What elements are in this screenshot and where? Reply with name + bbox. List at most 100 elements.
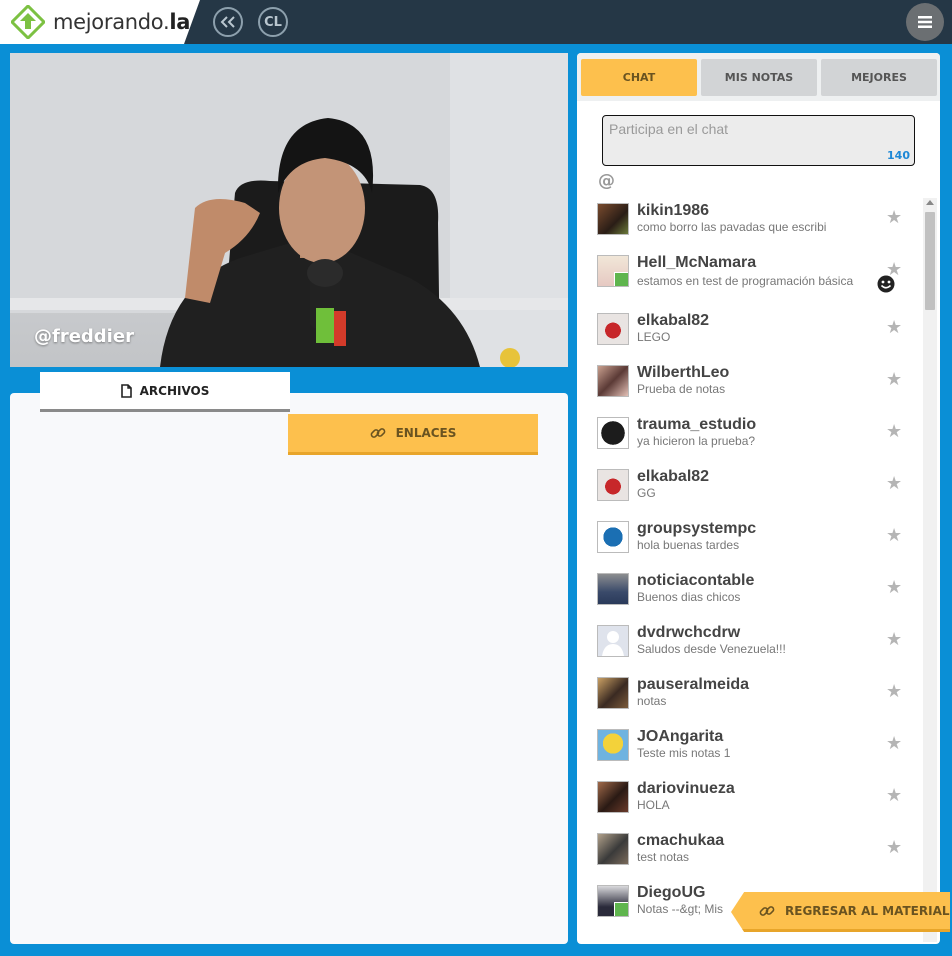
avatar[interactable]: [597, 729, 629, 761]
chat-input[interactable]: [607, 118, 901, 140]
message-list: kikin1986 como borro las pavadas que esc…: [577, 195, 923, 944]
avatar[interactable]: [597, 313, 629, 345]
avatar[interactable]: [597, 521, 629, 553]
message-text: notas: [637, 694, 667, 708]
avatar[interactable]: [597, 417, 629, 449]
message-username[interactable]: DiegoUG: [637, 884, 705, 902]
message-text: Saludos desde Venezuela!!!: [637, 642, 786, 656]
video-frame-image: [10, 53, 568, 367]
link-icon: [370, 428, 385, 438]
chat-tabs: CHAT MIS NOTAS MEJORES: [577, 53, 940, 101]
message-text: LEGO: [637, 330, 671, 344]
star-icon[interactable]: ★: [886, 733, 902, 754]
star-icon[interactable]: ★: [886, 837, 902, 858]
message-username[interactable]: WilberthLeo: [637, 364, 729, 382]
avatar[interactable]: [597, 833, 629, 865]
message-username[interactable]: kikin1986: [637, 202, 709, 220]
chat-message: dariovinueza HOLA ★: [577, 773, 923, 825]
message-username[interactable]: elkabal82: [637, 312, 709, 330]
chat-message: cmachukaa test notas ★: [577, 825, 923, 877]
star-icon[interactable]: ★: [886, 681, 902, 702]
menu-button[interactable]: [906, 3, 944, 41]
top-bar: mejorando.la CL: [0, 0, 952, 44]
chat-scrollbar[interactable]: [923, 198, 937, 942]
star-icon[interactable]: ★: [886, 421, 902, 442]
cl-label: CL: [264, 14, 282, 30]
message-username[interactable]: noticiacontable: [637, 572, 754, 590]
message-text: Notas --&gt; Mis: [637, 902, 724, 916]
logo[interactable]: mejorando.la: [0, 0, 200, 44]
message-text: hola buenas tardes: [637, 538, 740, 552]
mention-button[interactable]: @: [598, 171, 615, 191]
avatar[interactable]: [597, 469, 629, 501]
chat-message: elkabal82 GG ★: [577, 461, 923, 513]
message-username[interactable]: elkabal82: [637, 468, 709, 486]
chat-message: pauseralmeida notas ★: [577, 669, 923, 721]
star-icon[interactable]: ★: [886, 629, 902, 650]
materials-panel: [10, 393, 568, 944]
message-text: Prueba de notas: [637, 382, 726, 396]
chat-message: trauma_estudio ya hicieron la prueba? ★: [577, 409, 923, 461]
star-icon[interactable]: ★: [886, 785, 902, 806]
back-nav-button[interactable]: [213, 7, 243, 37]
chat-message: JOAngarita Teste mis notas 1 ★: [577, 721, 923, 773]
message-text: GG: [637, 486, 656, 500]
avatar[interactable]: [597, 625, 629, 657]
logo-text-bold: la: [169, 10, 191, 34]
double-chevron-left-icon: [220, 16, 235, 28]
tab-archivos[interactable]: ARCHIVOS: [40, 372, 290, 412]
star-icon[interactable]: ★: [886, 525, 902, 546]
tab-mis-notas[interactable]: MIS NOTAS: [701, 59, 817, 96]
smiley-icon: [877, 275, 895, 293]
message-username[interactable]: dariovinueza: [637, 780, 735, 798]
chat-message: groupsystempc hola buenas tardes ★: [577, 513, 923, 565]
scroll-thumb[interactable]: [925, 212, 935, 310]
scroll-up-arrow-icon[interactable]: [926, 200, 934, 205]
star-icon[interactable]: ★: [886, 317, 902, 338]
back-to-material-label: REGRESAR AL MATERIAL: [785, 903, 950, 918]
video-player[interactable]: @freddier: [10, 53, 568, 367]
star-icon[interactable]: ★: [886, 207, 902, 228]
chat-message: noticiacontable Buenos dias chicos ★: [577, 565, 923, 617]
chat-input-box: 140: [602, 115, 915, 166]
chat-message: WilberthLeo Prueba de notas ★: [577, 357, 923, 409]
star-icon[interactable]: ★: [886, 369, 902, 390]
tab-archivos-label: ARCHIVOS: [139, 383, 210, 398]
message-username[interactable]: cmachukaa: [637, 832, 724, 850]
message-username[interactable]: trauma_estudio: [637, 416, 756, 434]
message-username[interactable]: pauseralmeida: [637, 676, 749, 694]
message-username[interactable]: Hell_McNamara: [637, 254, 756, 272]
avatar[interactable]: [597, 203, 629, 235]
logo-text: mejorando.: [53, 10, 170, 34]
message-text: estamos en test de programación básica: [637, 274, 854, 288]
file-icon: [120, 383, 132, 398]
chat-message: Hell_McNamara estamos en test de program…: [577, 247, 923, 305]
video-handle-label: @freddier: [34, 326, 134, 347]
chat-message: dvdrwchcdrw Saludos desde Venezuela!!! ★: [577, 617, 923, 669]
tab-mejores[interactable]: MEJORES: [821, 59, 937, 96]
message-username[interactable]: JOAngarita: [637, 728, 723, 746]
avatar[interactable]: [597, 885, 629, 917]
star-icon[interactable]: ★: [886, 473, 902, 494]
char-count: 140: [887, 149, 910, 162]
tab-chat[interactable]: CHAT: [581, 59, 697, 96]
badge-icon: [614, 902, 628, 916]
message-username[interactable]: groupsystempc: [637, 520, 756, 538]
avatar[interactable]: [597, 573, 629, 605]
message-text: ya hicieron la prueba?: [637, 434, 756, 448]
avatar[interactable]: [597, 365, 629, 397]
hamburger-menu-icon: [918, 16, 932, 28]
cl-button[interactable]: CL: [258, 7, 288, 37]
link-icon: [759, 905, 775, 916]
avatar[interactable]: [597, 781, 629, 813]
tab-enlaces[interactable]: ENLACES: [288, 414, 538, 455]
logo-mark-icon: [11, 5, 45, 39]
back-to-material-button[interactable]: REGRESAR AL MATERIAL: [731, 892, 950, 932]
message-text: como borro las pavadas que escribi: [637, 220, 827, 234]
star-icon[interactable]: ★: [886, 577, 902, 598]
avatar[interactable]: [597, 255, 629, 287]
message-username[interactable]: dvdrwchcdrw: [637, 624, 740, 642]
chat-message: kikin1986 como borro las pavadas que esc…: [577, 195, 923, 247]
badge-icon: [614, 272, 628, 286]
avatar[interactable]: [597, 677, 629, 709]
